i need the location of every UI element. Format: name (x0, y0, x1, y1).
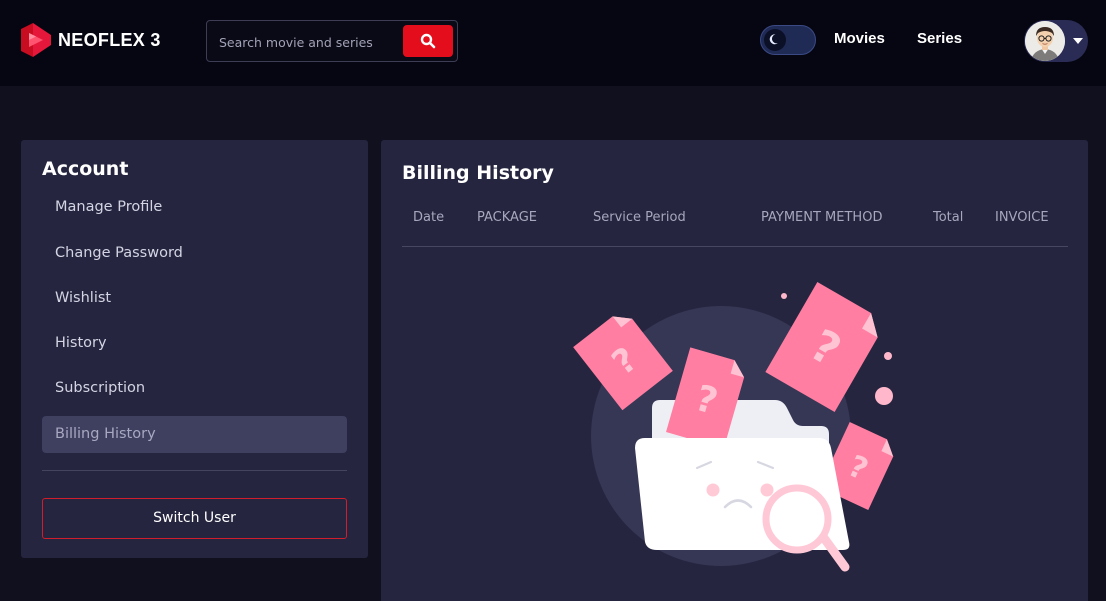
column-header-payment-method: PAYMENT METHOD (761, 210, 883, 225)
toggle-knob (764, 29, 786, 51)
search-input[interactable] (219, 32, 399, 52)
column-header-service-period: Service Period (593, 210, 686, 225)
column-header-total: Total (933, 210, 964, 225)
billing-history-panel: Billing History Date PACKAGE Service Per… (381, 140, 1088, 601)
empty-folder-illustration: ? ? ? ? (573, 281, 894, 572)
sidebar-item-subscription[interactable]: Subscription (42, 370, 347, 407)
logo-text: NEOFLEX 3 (58, 29, 161, 50)
sidebar-item-history[interactable]: History (42, 325, 347, 362)
column-header-invoice: INVOICE (995, 210, 1049, 225)
table-divider (402, 246, 1068, 247)
column-header-date: Date (413, 210, 445, 225)
column-header-package: PACKAGE (477, 210, 537, 225)
page-title: Billing History (402, 162, 554, 184)
sidebar-item-manage-profile[interactable]: Manage Profile (42, 189, 347, 226)
nav-series[interactable]: Series (917, 30, 962, 47)
logo-icon (21, 23, 51, 57)
brand-logo[interactable]: NEOFLEX 3 (20, 22, 161, 58)
moon-icon (769, 34, 778, 45)
nav-movies[interactable]: Movies (834, 30, 885, 47)
chevron-down-icon (1073, 38, 1083, 44)
search-button[interactable] (403, 25, 453, 57)
theme-toggle[interactable] (760, 25, 816, 55)
sidebar-title: Account (42, 158, 129, 180)
sidebar-divider (42, 470, 347, 471)
sidebar-item-billing-history[interactable]: Billing History (42, 416, 347, 453)
user-menu[interactable] (1024, 20, 1088, 62)
switch-user-button[interactable]: Switch User (42, 498, 347, 539)
account-sidebar: Account Manage Profile Change Password W… (21, 140, 368, 558)
sidebar-item-change-password[interactable]: Change Password (42, 235, 347, 272)
avatar (1025, 21, 1065, 61)
search-box (206, 20, 458, 62)
sidebar-item-wishlist[interactable]: Wishlist (42, 280, 347, 317)
search-icon (420, 33, 436, 49)
top-header: NEOFLEX 3 Movies Series (0, 0, 1106, 86)
